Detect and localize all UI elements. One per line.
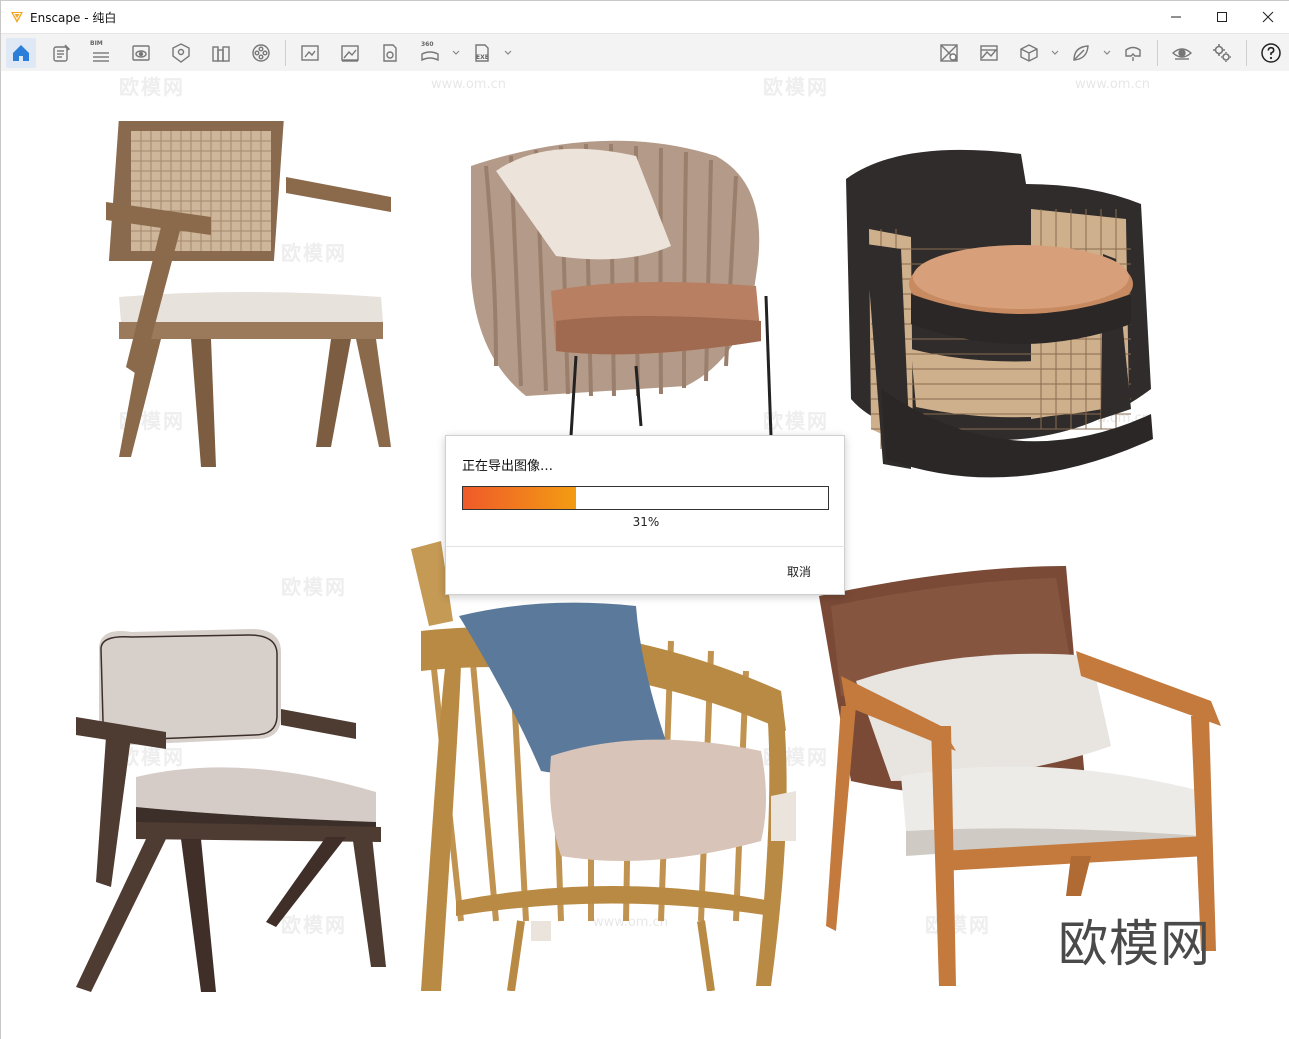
- window-title: Enscape - 纯白: [30, 10, 117, 25]
- vr-headset-icon: [1125, 46, 1141, 61]
- eye-icon: [1171, 48, 1193, 60]
- app-window: Enscape - 纯白 BIM 360 EXE 欧模网 www.om.cn 欧…: [0, 0, 1289, 1039]
- bim-button[interactable]: BIM: [86, 38, 116, 68]
- maximize-icon: [1217, 12, 1227, 22]
- black-cane-lounge-chair: [846, 149, 1153, 478]
- watermark-text: 欧模网: [281, 575, 347, 599]
- help-icon: [1261, 43, 1281, 63]
- view-button[interactable]: [126, 38, 156, 68]
- progress-percent: 31%: [632, 515, 660, 529]
- material-button[interactable]: [934, 38, 964, 68]
- chevron-down-icon[interactable]: [1050, 48, 1060, 58]
- dialog-title: 正在导出图像…: [462, 459, 554, 474]
- sun-button[interactable]: [166, 38, 196, 68]
- render-viewport[interactable]: 欧模网 www.om.cn 欧模网 www.om.cn 欧模网 欧模网 欧模网 …: [1, 71, 1289, 1039]
- close-icon: [1262, 11, 1274, 23]
- batch-button[interactable]: [375, 38, 405, 68]
- home-icon: [13, 45, 29, 61]
- dialog-divider: [446, 546, 846, 547]
- visibility-button[interactable]: [1167, 38, 1197, 68]
- exe-export-button[interactable]: EXE: [467, 38, 497, 68]
- notes-icon: [53, 44, 71, 62]
- settings-icon: [1213, 44, 1231, 62]
- cube-icon: [1020, 44, 1038, 62]
- rope-weave-armchair: [471, 140, 773, 436]
- toolbar: BIM 360 EXE: [1, 33, 1289, 71]
- close-button[interactable]: [1245, 1, 1289, 33]
- location-icon: [172, 43, 190, 63]
- panorama-label: 360: [421, 41, 434, 48]
- minimize-icon: [1171, 16, 1181, 18]
- atmosphere-button[interactable]: [974, 38, 1004, 68]
- leaf-icon: [1073, 45, 1089, 61]
- home-button[interactable]: [6, 38, 36, 68]
- vr-button[interactable]: [1118, 38, 1148, 68]
- cube-button[interactable]: [1014, 38, 1044, 68]
- watermark-url: www.om.cn: [431, 77, 506, 92]
- chevron-down-icon[interactable]: [1102, 48, 1112, 58]
- batch-icon: [383, 44, 397, 62]
- toolbar-separator: [1157, 40, 1158, 66]
- cancel-button[interactable]: 取消: [774, 560, 824, 582]
- atmosphere-icon: [980, 45, 998, 61]
- screenshot-icon: [301, 45, 319, 61]
- library-button[interactable]: [206, 38, 236, 68]
- maximize-button[interactable]: [1199, 1, 1245, 33]
- dark-wood-cushion-chair: [76, 629, 386, 992]
- title-bar: Enscape - 纯白: [1, 1, 1289, 33]
- progress-fill: [463, 487, 577, 509]
- bim-label: BIM: [90, 40, 103, 47]
- exe-label: EXE: [476, 54, 489, 61]
- minimize-button[interactable]: [1153, 1, 1199, 33]
- export-progress-dialog: 正在导出图像… 31% 取消: [445, 435, 846, 595]
- enscape-logo-icon: [11, 12, 23, 23]
- toolbar-separator: [1246, 40, 1247, 66]
- rattan-armchair: [411, 541, 796, 991]
- image-icon: [341, 45, 359, 62]
- chevron-down-icon[interactable]: [451, 48, 461, 58]
- leaf-button[interactable]: [1066, 38, 1096, 68]
- brand-watermark: 欧模网: [1058, 915, 1211, 973]
- toolbar-separator: [285, 40, 286, 66]
- wood-cane-armchair: [106, 121, 391, 467]
- reel-button[interactable]: [246, 38, 276, 68]
- settings-button[interactable]: [1207, 38, 1237, 68]
- watermark-text: 欧模网: [119, 75, 185, 99]
- screenshot-button[interactable]: [295, 38, 325, 68]
- watermark-text: 欧模网: [763, 75, 829, 99]
- notes-button[interactable]: [46, 38, 76, 68]
- view-icon: [132, 45, 150, 61]
- panorama-button[interactable]: 360: [415, 38, 445, 68]
- help-button[interactable]: [1256, 38, 1286, 68]
- progress-bar: [462, 486, 829, 510]
- library-icon: [212, 46, 230, 62]
- image-button[interactable]: [335, 38, 365, 68]
- chevron-down-icon[interactable]: [503, 48, 513, 58]
- material-icon: [940, 44, 958, 62]
- reel-icon: [252, 44, 270, 62]
- watermark-url: www.om.cn: [1075, 77, 1150, 92]
